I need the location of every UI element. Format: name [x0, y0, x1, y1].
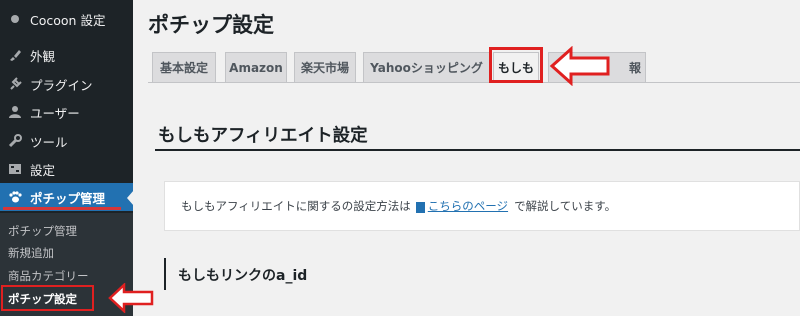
settings-icon [7, 161, 23, 177]
sidebar-item-label: ツール [30, 134, 68, 150]
sub-heading: もしもリンクのa_id [178, 268, 308, 284]
sidebar-item-label: 設定 [30, 162, 56, 178]
wrench-icon [7, 133, 23, 149]
tab-amazon[interactable]: Amazon [225, 52, 287, 82]
sidebar-item-label: Cocoon 設定 [30, 12, 106, 28]
tab-basic[interactable]: 基本設定 [152, 52, 216, 82]
sidebar-item-label: ユーザー [30, 105, 80, 121]
notice-text-suffix: で解説しています。 [514, 199, 617, 213]
tab-rakuten[interactable]: 楽天市場 [294, 52, 356, 82]
admin-sidebar: Cocoon 設定 外観 プラグイン ユーザー ツール 設定 ポチップ管理 ポチ… [0, 0, 134, 316]
left-arrow-annotation-icon [108, 283, 154, 313]
info-notice: もしもアフィリエイトに関するの設定方法は こちらのページ で解説しています。 [164, 181, 800, 231]
sidebar-item-label: ポチップ管理 [30, 190, 106, 206]
active-underline [3, 207, 121, 210]
tab-yahoo[interactable]: Yahooショッピング [363, 52, 490, 82]
sidebar-item-tools[interactable]: ツール [0, 127, 133, 155]
active-tab-highlight [489, 47, 543, 83]
section-heading: もしもアフィリエイト設定 [158, 126, 368, 146]
tabs-divider [148, 82, 800, 83]
submenu-item-add-new[interactable]: 新規追加 [8, 245, 54, 261]
notice-text: もしもアフィリエイトに関するの設定方法は [181, 199, 411, 213]
submenu-item-pochipp-manage[interactable]: ポチップ管理 [8, 223, 77, 239]
sub-heading-bar [164, 258, 166, 290]
sidebar-item-appearance[interactable]: 外観 [0, 41, 133, 69]
paw-icon [7, 189, 23, 205]
page-title: ポチップ設定 [148, 13, 274, 37]
sidebar-item-plugins[interactable]: プラグイン [0, 70, 133, 98]
plugin-icon [7, 76, 23, 92]
active-menu-notch [127, 190, 134, 206]
current-submenu-highlight [1, 285, 94, 311]
cocoon-icon [7, 11, 23, 27]
submenu-item-product-category[interactable]: 商品カテゴリー [8, 268, 89, 284]
sidebar-item-settings[interactable]: 設定 [0, 155, 133, 183]
sidebar-item-users[interactable]: ユーザー [0, 98, 133, 126]
sidebar-item-label: プラグイン [30, 77, 93, 93]
sidebar-item-cocoon[interactable]: Cocoon 設定 [0, 5, 133, 33]
user-icon [7, 104, 23, 120]
left-arrow-annotation-icon [549, 46, 610, 86]
paintbrush-icon [7, 47, 23, 63]
guide-page-link[interactable]: こちらのページ [428, 198, 508, 214]
sidebar-item-label: 外観 [30, 48, 56, 64]
book-icon [415, 201, 425, 213]
heading-underline [155, 149, 800, 151]
